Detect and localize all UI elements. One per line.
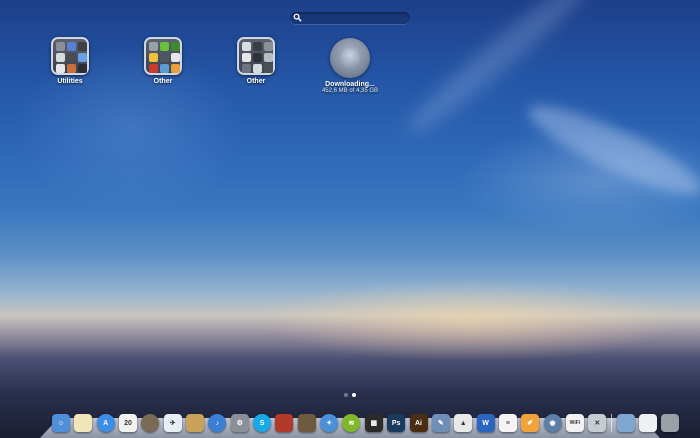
trash-icon[interactable] [661, 414, 680, 432]
folder-app-tile [264, 42, 273, 51]
folder-app-tile [56, 53, 65, 62]
folder-label: Utilities [57, 78, 83, 85]
folder-app-tile [242, 53, 251, 62]
folder-app-tile [78, 42, 87, 51]
skype-icon[interactable]: S [253, 414, 272, 432]
folder-icon [237, 37, 275, 75]
xcode-icon[interactable]: ✎ [431, 414, 450, 432]
folder-app-tile [78, 53, 87, 62]
folder-utilities[interactable]: Utilities [30, 37, 110, 85]
iphoto-icon[interactable] [297, 414, 316, 432]
folder-app-tile [78, 64, 87, 73]
folder-app-tile [56, 64, 65, 73]
document-icon[interactable] [638, 414, 657, 432]
contacts-icon[interactable] [141, 414, 160, 432]
downloading-app[interactable]: Downloading... 452,6 MB of 4,35 GB [310, 38, 390, 94]
folder-app-tile [253, 53, 262, 62]
folder-app-tile [149, 64, 158, 73]
safari-icon[interactable]: ✦ [320, 414, 339, 432]
photo-booth-icon[interactable] [275, 414, 294, 432]
folder-app-tile [160, 42, 169, 51]
folder-app-tile [264, 53, 273, 62]
spotify-icon[interactable]: ≋ [342, 414, 361, 432]
folder-app-tile [171, 64, 180, 73]
page-dot-2[interactable] [352, 393, 356, 397]
folder-app-tile [56, 42, 65, 51]
finder-icon[interactable]: ☺ [52, 414, 70, 432]
folder-app-tile [149, 42, 158, 51]
folder-app-tile [149, 53, 158, 62]
dock-separator [610, 414, 612, 432]
preferences-icon[interactable]: ⚙ [230, 414, 249, 432]
folder-app-tile [253, 64, 262, 73]
search-input[interactable] [304, 12, 404, 24]
graph-icon[interactable]: ▲ [454, 414, 473, 432]
illustrator-icon[interactable]: Ai [409, 414, 428, 432]
folder-label: Other [246, 78, 266, 85]
dock: ☺ A 20 ✈ ♪ ⚙ S ✦ ≋ ▦ Ps Ai ✎ ▲ W ≡ ✐ ◉ WiFi ✕ [52, 408, 684, 432]
utility-icon[interactable]: ✕ [588, 414, 607, 432]
folder-icon[interactable] [616, 414, 635, 432]
folder-app-tile [171, 53, 180, 62]
folder-app-tile [242, 64, 251, 73]
folder-app-tile [160, 53, 169, 62]
page-dot-1[interactable] [344, 393, 348, 397]
transmission-icon[interactable]: ◉ [543, 414, 562, 432]
itunes-icon[interactable]: ♪ [208, 414, 227, 432]
download-progress-text: 452,6 MB of 4,35 GB [321, 88, 379, 94]
folder-app-tile [264, 64, 273, 73]
folder-other[interactable]: Other [123, 37, 203, 85]
folder-app-tile [67, 53, 76, 62]
app-store-icon[interactable]: A [96, 414, 115, 432]
folder-icon [51, 37, 89, 75]
folder-app-tile [171, 42, 180, 51]
archive-icon[interactable] [186, 414, 205, 432]
wallpaper-cloud [520, 91, 700, 209]
folder-icon [144, 37, 182, 75]
folder-app-tile [253, 42, 262, 51]
folder-label: Other [153, 78, 173, 85]
downloading-app-icon [330, 38, 370, 78]
wifi-icon[interactable]: WiFi [565, 414, 584, 432]
folder-app-tile [160, 64, 169, 73]
folder-app-tile [67, 64, 76, 73]
photoshop-icon[interactable]: Ps [387, 414, 406, 432]
word-icon[interactable]: W [476, 414, 495, 432]
pages-icon[interactable]: ✐ [521, 414, 540, 432]
folder-app-tile [242, 42, 251, 51]
download-title: Downloading... [325, 81, 375, 88]
folder-other-2[interactable]: Other [216, 37, 296, 85]
search-icon [293, 13, 302, 22]
folder-app-tile [67, 42, 76, 51]
textedit-icon[interactable]: ≡ [498, 414, 517, 432]
mail-icon[interactable]: ✈ [163, 414, 182, 432]
notes-icon[interactable] [74, 414, 93, 432]
calendar-icon[interactable]: 20 [119, 414, 138, 432]
page-indicator [342, 384, 358, 402]
movie-icon[interactable]: ▦ [364, 414, 383, 432]
search-field[interactable] [290, 12, 410, 24]
